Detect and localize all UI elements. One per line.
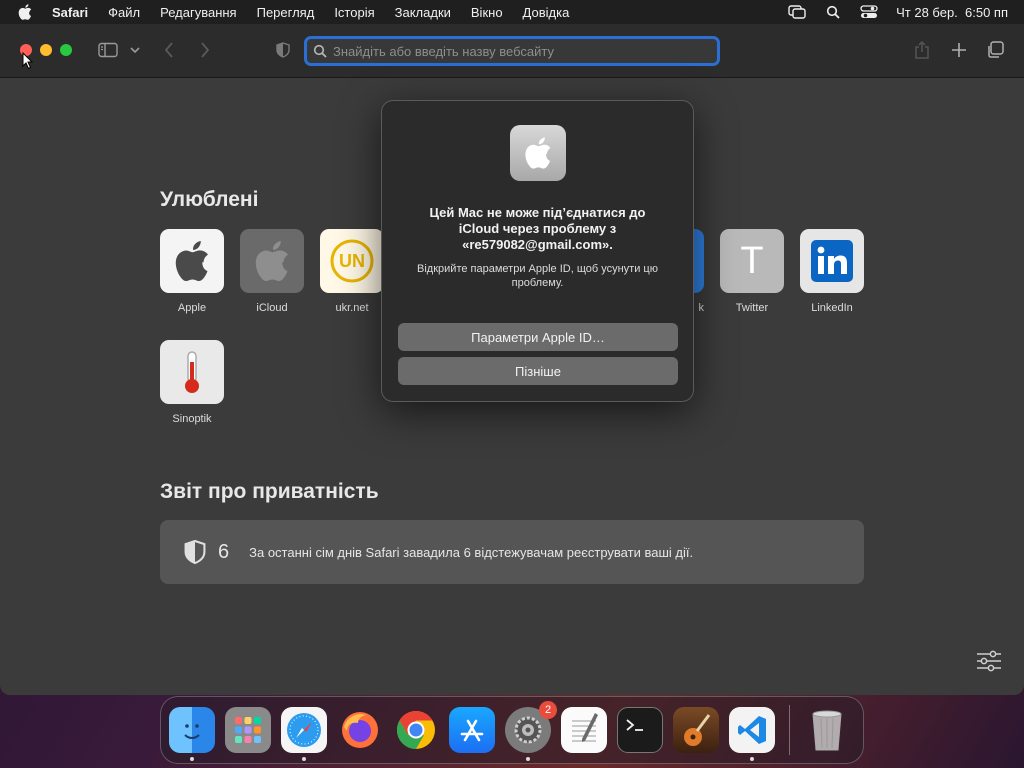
favorite-sinoptik[interactable]: Sinoptik [160,340,224,425]
zoom-window-button[interactable] [60,44,72,56]
share-icon[interactable] [912,39,932,61]
menu-window[interactable]: Вікно [471,5,503,20]
running-indicator [190,757,194,761]
minimize-window-button[interactable] [40,44,52,56]
search-icon [313,44,327,58]
menu-edit[interactable]: Редагування [160,5,237,20]
app-store-icon[interactable] [449,707,495,753]
favorite-label: Sinoptik [172,413,212,425]
privacy-summary-text: За останні сім днів Safari завадила 6 ві… [249,544,694,560]
garageband-icon[interactable] [673,707,719,753]
firefox-icon[interactable] [337,707,383,753]
dialog-title: Цей Mac не може під’єднатися до iCloud ч… [429,205,646,252]
privacy-shield-icon[interactable] [274,39,292,61]
safari-icon[interactable] [281,707,327,761]
sidebar-toggle-icon[interactable] [97,39,119,61]
terminal-icon[interactable] [617,707,663,753]
apple-logo-icon [160,229,224,293]
new-tab-icon[interactable] [949,39,969,61]
privacy-report-card[interactable]: 6 За останні сім днів Safari завадила 6 … [160,520,864,584]
forward-icon[interactable] [196,39,214,61]
notification-badge: 2 [539,701,557,719]
ukrnet-logo-icon: UN [320,229,384,293]
menu-clock[interactable]: Чт 28 бер. 6:50 пп [896,5,1008,20]
favorite-label: Apple [177,302,207,314]
control-center-icon[interactable] [860,5,878,19]
chrome-icon[interactable] [393,707,439,753]
favorite-twitter[interactable]: T Twitter [720,229,784,314]
spotlight-search-icon[interactable] [824,5,842,19]
tracker-count: 6 [218,540,230,563]
favorite-linkedin[interactable]: LinkedIn [800,229,864,314]
address-input[interactable] [333,43,713,59]
apple-id-settings-button[interactable]: Параметри Apple ID… [398,323,678,351]
vscode-icon[interactable] [729,707,775,761]
favorite-label: Twitter [735,302,769,314]
trash-icon[interactable] [804,707,850,753]
menu-view[interactable]: Перегляд [257,5,315,20]
icloud-apple-icon [240,229,304,293]
letter-t-icon: T [720,229,784,293]
dock: 2 [160,696,864,764]
menu-history[interactable]: Історія [334,5,374,20]
system-settings-icon[interactable]: 2 [505,701,557,761]
icloud-alert-dialog: Цей Mac не може під’єднатися до iCloud ч… [381,100,694,402]
menu-file[interactable]: Файл [108,5,140,20]
back-icon[interactable] [160,39,178,61]
menu-bar: Safari Файл Редагування Перегляд Історія… [0,0,1024,24]
dialog-message: Відкрийте параметри Apple ID, щоб усунут… [417,263,658,289]
privacy-report-title: Звіт про приватність [160,480,379,503]
toolbar [0,24,1024,78]
launchpad-icon[interactable] [225,707,271,753]
address-bar[interactable] [304,36,720,66]
menu-help[interactable]: Довідка [523,5,570,20]
screen-mirroring-icon[interactable] [788,5,806,19]
favorite-ukrnet[interactable]: UN ukr.net [320,229,384,314]
favorite-label: ukr.net [335,302,369,314]
apple-id-icon [509,125,566,181]
dock-separator [789,705,790,755]
customize-start-page-icon[interactable] [976,650,1002,677]
textedit-icon[interactable] [561,707,607,753]
favorite-label: iCloud [256,302,288,314]
running-indicator [526,757,530,761]
menu-bookmarks[interactable]: Закладки [395,5,451,20]
tab-overview-icon[interactable] [985,39,1005,61]
svg-text:UN: UN [339,251,365,271]
mouse-pointer-icon [22,52,34,70]
running-indicator [302,757,306,761]
menu-app-name[interactable]: Safari [52,5,88,20]
finder-icon[interactable] [169,707,215,761]
shield-icon [184,539,206,565]
running-indicator [750,757,754,761]
linkedin-logo-icon [800,229,864,293]
apple-menu-icon[interactable] [18,4,36,20]
later-button[interactable]: Пізніше [398,357,678,385]
chevron-down-icon[interactable] [129,39,141,61]
favorite-apple[interactable]: Apple [160,229,224,314]
favorites-title: Улюблені [160,188,259,211]
thermometer-icon [160,340,224,404]
favorite-icloud[interactable]: iCloud [240,229,304,314]
favorite-label: LinkedIn [811,302,853,314]
